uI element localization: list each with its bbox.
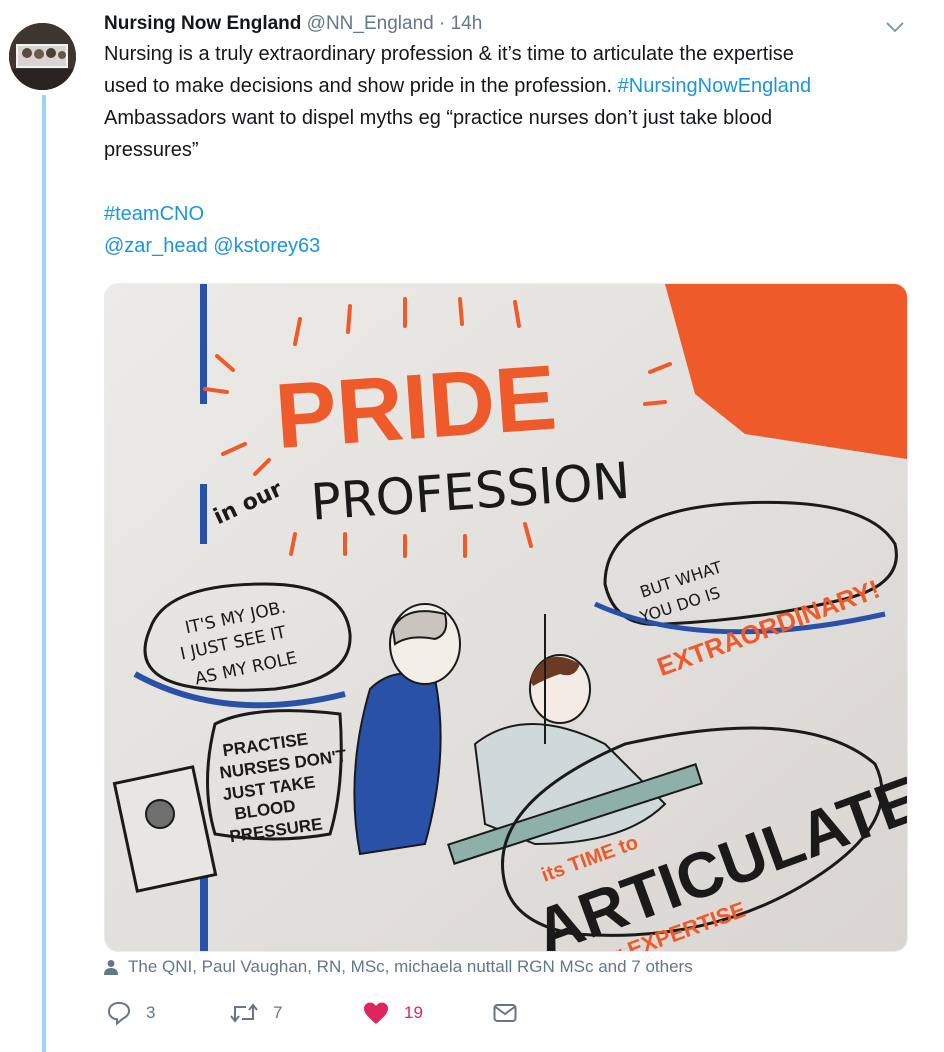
separator-dot: ·	[438, 13, 446, 34]
dm-button[interactable]	[492, 1000, 518, 1026]
reply-count: 3	[146, 1003, 156, 1022]
reply-button[interactable]: 3	[106, 1000, 155, 1026]
liked-by-text: The QNI, Paul Vaughan, RN, MSc, michaela…	[128, 957, 693, 976]
retweet-count: 7	[273, 1003, 283, 1022]
retweet-icon	[230, 1003, 258, 1023]
liked-by-row[interactable]: The QNI, Paul Vaughan, RN, MSc, michaela…	[104, 955, 693, 979]
tweet-text-segment: used to make decisions and show pride in…	[104, 75, 613, 97]
hashtag-link[interactable]: #NursingNowEngland	[618, 75, 811, 97]
avatar-photo	[9, 23, 76, 90]
tweet-text-line: pressures”	[104, 139, 199, 161]
avatar[interactable]	[9, 23, 76, 90]
hashtag-link[interactable]: #teamCNO	[104, 203, 204, 225]
author-name[interactable]: Nursing Now England	[104, 13, 301, 34]
tweet-text-line: used to make decisions and show pride in…	[104, 70, 914, 102]
thread-line	[42, 95, 46, 1052]
tweet-photo[interactable]: PRIDE in our PROFESSION IT'S MY JOB. I J…	[104, 283, 908, 952]
like-count: 19	[404, 1003, 423, 1022]
tweet-header: Nursing Now England @NN_England · 14h	[104, 10, 904, 38]
timestamp[interactable]: 14h	[451, 13, 483, 34]
like-button[interactable]: 19	[362, 1000, 423, 1026]
retweet-button[interactable]: 7	[229, 1000, 282, 1026]
tweet-text-line: Ambassadors want to dispel myths eg “pra…	[104, 107, 773, 129]
heart-icon	[364, 1002, 388, 1024]
mention-link[interactable]: @zar_head	[104, 235, 208, 257]
reply-icon	[107, 1001, 131, 1026]
envelope-icon	[493, 1004, 517, 1022]
poster-illustration: PRIDE in our PROFESSION IT'S MY JOB. I J…	[105, 284, 907, 951]
tweet-actions: 3 7 19	[104, 1000, 534, 1034]
chevron-down-icon[interactable]	[884, 16, 906, 38]
person-icon	[104, 960, 118, 975]
author-handle[interactable]: @NN_England	[307, 13, 434, 34]
mention-link[interactable]: @kstorey63	[213, 235, 320, 257]
tweet-text-line: Nursing is a truly extraordinary profess…	[104, 43, 794, 65]
tweet-text: Nursing is a truly extraordinary profess…	[104, 38, 914, 262]
poster-pride-text: PRIDE	[272, 347, 560, 468]
